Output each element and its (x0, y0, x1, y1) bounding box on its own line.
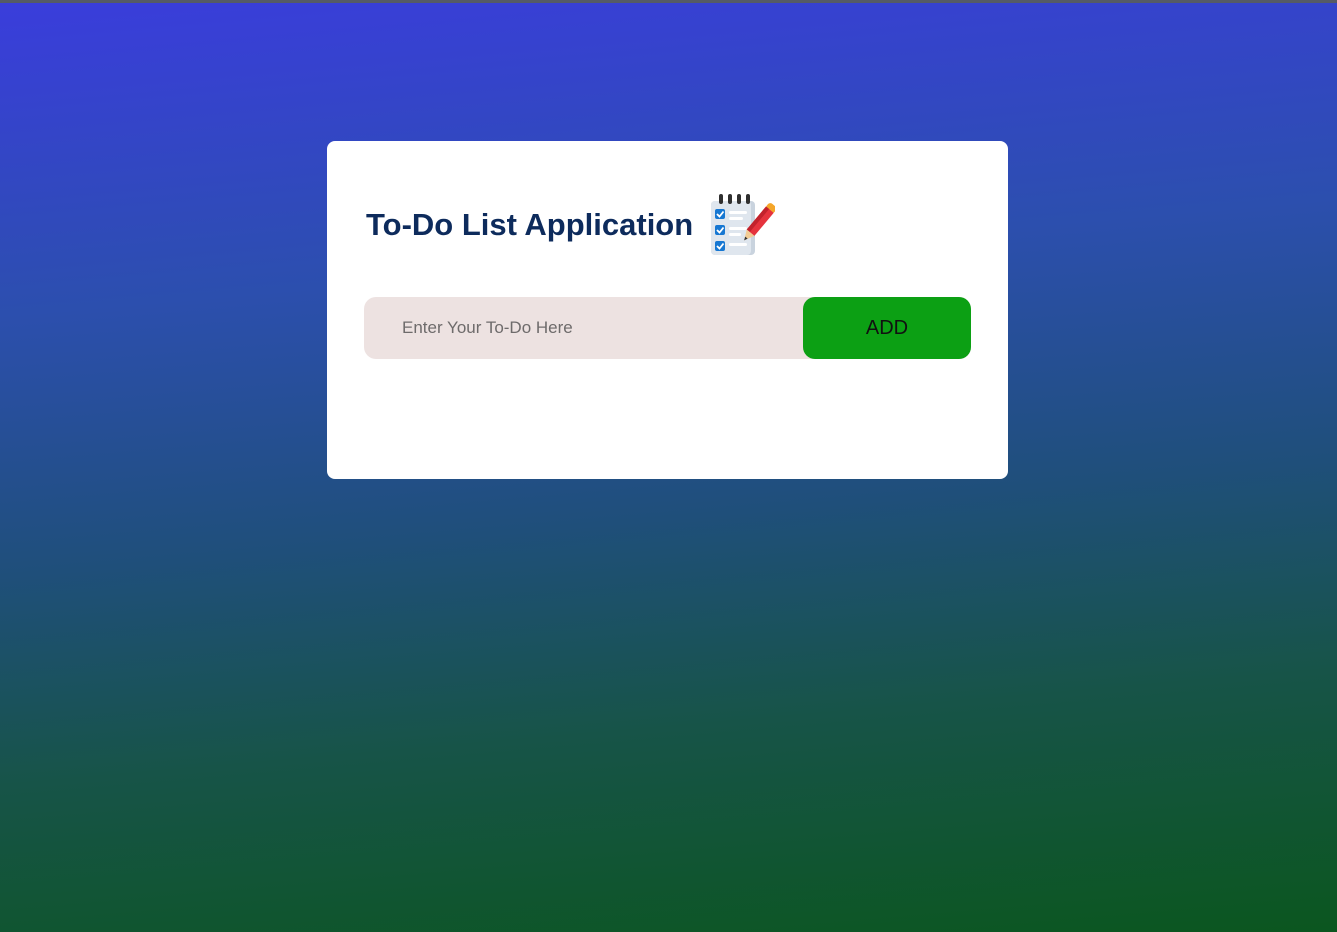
add-button[interactable]: ADD (803, 297, 971, 359)
notepad-checklist-pencil-icon (707, 191, 777, 259)
todo-input[interactable] (364, 297, 803, 359)
title-row: To-Do List Application (366, 191, 777, 259)
window-top-border (0, 0, 1337, 3)
page-title: To-Do List Application (366, 207, 694, 242)
todo-input-row: ADD (364, 297, 971, 359)
todo-app-card: To-Do List Application Enter Your To-Do … (327, 141, 1008, 479)
